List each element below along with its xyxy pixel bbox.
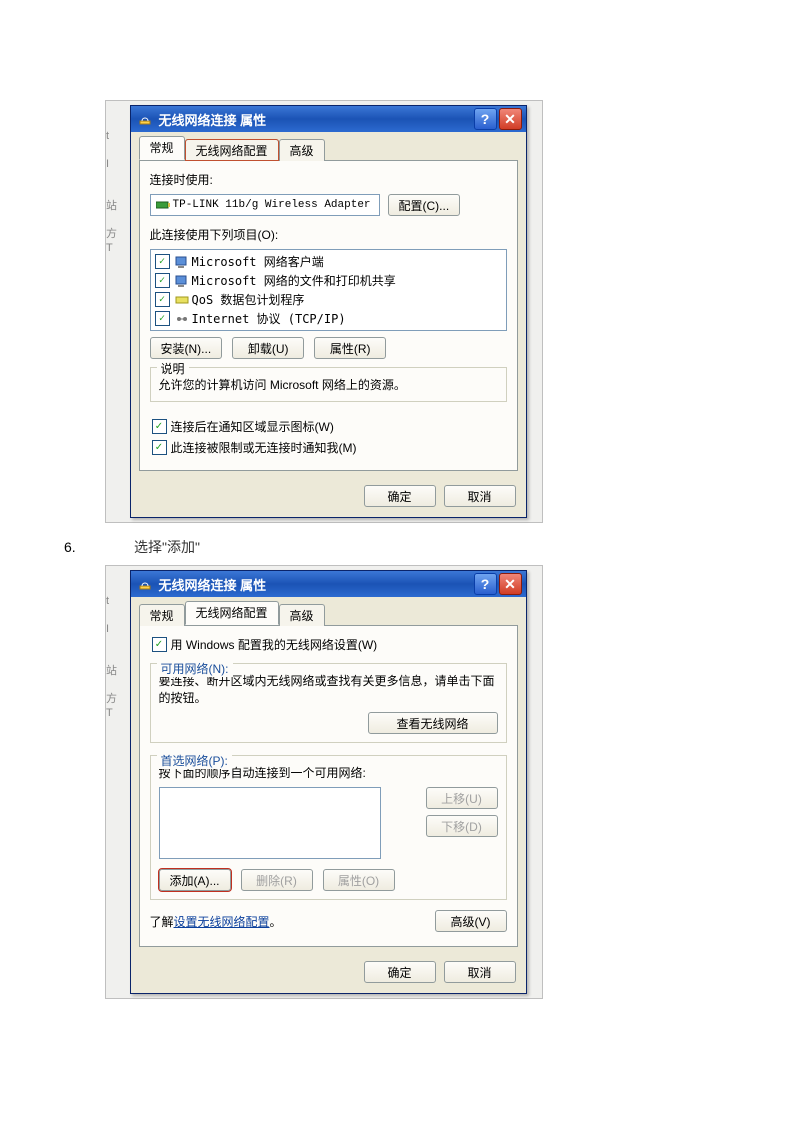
properties-button[interactable]: 属性(O) — [323, 869, 395, 891]
components-list[interactable]: ✓ Microsoft 网络客户端 ✓ Microsoft 网络的文件和打印机共… — [150, 249, 507, 331]
available-networks-text: 要连接、断开区域内无线网络或查找有关更多信息，请单击下面的按钮。 — [159, 672, 498, 706]
adapter-field[interactable]: TP-LINK 11b/g Wireless Adapter — [150, 194, 380, 216]
learn-prefix: 了解 — [150, 915, 174, 929]
checkbox[interactable]: ✓ — [155, 311, 170, 326]
install-button[interactable]: 安装(N)... — [150, 337, 223, 359]
checkbox[interactable]: ✓ — [155, 273, 170, 288]
nic-icon — [155, 198, 171, 212]
background-text: tI站方T — [106, 129, 118, 255]
add-button[interactable]: 添加(A)... — [159, 869, 231, 891]
app-icon — [137, 576, 153, 592]
step-number: 6. — [60, 539, 134, 555]
items-label: 此连接使用下列项目(O): — [150, 226, 507, 243]
properties-dialog-1: 无线网络连接 属性 ? ✕ 常规 无线网络配置 高级 连接时使用: TP-LIN… — [130, 105, 527, 518]
checkbox-limited-notify[interactable]: ✓ — [152, 440, 167, 455]
list-item[interactable]: ✓ Microsoft 网络的文件和打印机共享 — [153, 271, 504, 290]
item-label: Microsoft 网络客户端 — [192, 253, 324, 270]
cancel-button[interactable]: 取消 — [444, 485, 516, 507]
adapter-name: TP-LINK 11b/g Wireless Adapter — [173, 199, 371, 211]
tab-wireless-config[interactable]: 无线网络配置 — [185, 139, 279, 161]
checkbox-show-icon[interactable]: ✓ — [152, 419, 167, 434]
checkbox[interactable]: ✓ — [155, 254, 170, 269]
item-label: Internet 协议 (TCP/IP) — [192, 310, 346, 327]
properties-button[interactable]: 属性(R) — [314, 337, 386, 359]
titlebar[interactable]: 无线网络连接 属性 ? ✕ — [131, 106, 526, 132]
client-icon — [174, 255, 190, 269]
screenshot-frame-2: tI站方T 无线网络连接 属性 ? ✕ 常规 无线网络配置 高级 ✓ 用 Win… — [105, 565, 543, 999]
list-item[interactable]: ✓ QoS 数据包计划程序 — [153, 290, 504, 309]
description-group: 说明 允许您的计算机访问 Microsoft 网络上的资源。 — [150, 367, 507, 402]
item-label: QoS 数据包计划程序 — [192, 291, 305, 308]
view-networks-button[interactable]: 查看无线网络 — [368, 712, 498, 734]
learn-suffix: 。 — [270, 915, 282, 929]
description-title: 说明 — [157, 360, 189, 377]
preferred-networks-title: 首选网络(P): — [157, 752, 232, 769]
move-up-button[interactable]: 上移(U) — [426, 787, 498, 809]
description-text: 允许您的计算机访问 Microsoft 网络上的资源。 — [159, 376, 498, 393]
configure-button[interactable]: 配置(C)... — [388, 194, 461, 216]
dialog-title: 无线网络连接 属性 — [159, 575, 472, 594]
dialog-title: 无线网络连接 属性 — [159, 110, 472, 129]
tab-wireless-config[interactable]: 无线网络配置 — [185, 601, 279, 625]
uninstall-button[interactable]: 卸载(U) — [232, 337, 304, 359]
ok-button[interactable]: 确定 — [364, 961, 436, 983]
list-item[interactable]: ✓ Internet 协议 (TCP/IP) — [153, 309, 504, 328]
properties-dialog-2: 无线网络连接 属性 ? ✕ 常规 无线网络配置 高级 ✓ 用 Windows 配… — [130, 570, 527, 994]
use-windows-label: 用 Windows 配置我的无线网络设置(W) — [171, 636, 378, 653]
dialog-buttons: 确定 取消 — [131, 477, 526, 517]
checkbox-use-windows[interactable]: ✓ — [152, 637, 167, 652]
share-icon — [174, 274, 190, 288]
cancel-button[interactable]: 取消 — [444, 961, 516, 983]
help-button[interactable]: ? — [474, 573, 497, 595]
tabs: 常规 无线网络配置 高级 — [139, 138, 518, 161]
advanced-button[interactable]: 高级(V) — [435, 910, 507, 932]
help-button[interactable]: ? — [474, 108, 497, 130]
show-icon-label: 连接后在通知区域显示图标(W) — [171, 418, 334, 435]
preferred-list[interactable] — [159, 787, 381, 859]
preferred-networks-group: 首选网络(P): 按下面的顺序自动连接到一个可用网络: 上移(U) 下移(D) … — [150, 755, 507, 900]
move-down-button[interactable]: 下移(D) — [426, 815, 498, 837]
remove-button[interactable]: 删除(R) — [241, 869, 313, 891]
checkbox[interactable]: ✓ — [155, 292, 170, 307]
close-button[interactable]: ✕ — [499, 573, 522, 595]
tabs: 常规 无线网络配置 高级 — [139, 603, 518, 626]
connect-using-label: 连接时使用: — [150, 171, 507, 188]
available-networks-title: 可用网络(N): — [157, 660, 233, 677]
ok-button[interactable]: 确定 — [364, 485, 436, 507]
titlebar[interactable]: 无线网络连接 属性 ? ✕ — [131, 571, 526, 597]
limited-notify-label: 此连接被限制或无连接时通知我(M) — [171, 439, 357, 456]
learn-link[interactable]: 设置无线网络配置 — [174, 915, 270, 929]
list-item[interactable]: ✓ Microsoft 网络客户端 — [153, 252, 504, 271]
step-text: 选择"添加" — [134, 537, 200, 557]
tab-advanced[interactable]: 高级 — [279, 139, 325, 161]
close-button[interactable]: ✕ — [499, 108, 522, 130]
qos-icon — [174, 293, 190, 307]
available-networks-group: 可用网络(N): 要连接、断开区域内无线网络或查找有关更多信息，请单击下面的按钮… — [150, 663, 507, 743]
app-icon — [137, 111, 153, 127]
tab-content-general: 连接时使用: TP-LINK 11b/g Wireless Adapter 配置… — [139, 161, 518, 471]
tab-general[interactable]: 常规 — [139, 604, 185, 626]
screenshot-frame-1: tI站方T 无线网络连接 属性 ? ✕ 常规 无线网络配置 高级 连接时使用: — [105, 100, 543, 523]
protocol-icon — [174, 312, 190, 326]
background-text: tI站方T — [106, 594, 118, 720]
tab-content-wireless: ✓ 用 Windows 配置我的无线网络设置(W) 可用网络(N): 要连接、断… — [139, 626, 518, 947]
tab-advanced[interactable]: 高级 — [279, 604, 325, 626]
step-6: 6. 选择"添加" — [60, 537, 740, 557]
dialog-buttons: 确定 取消 — [131, 953, 526, 993]
tab-general[interactable]: 常规 — [139, 136, 185, 160]
item-label: Microsoft 网络的文件和打印机共享 — [192, 272, 396, 289]
